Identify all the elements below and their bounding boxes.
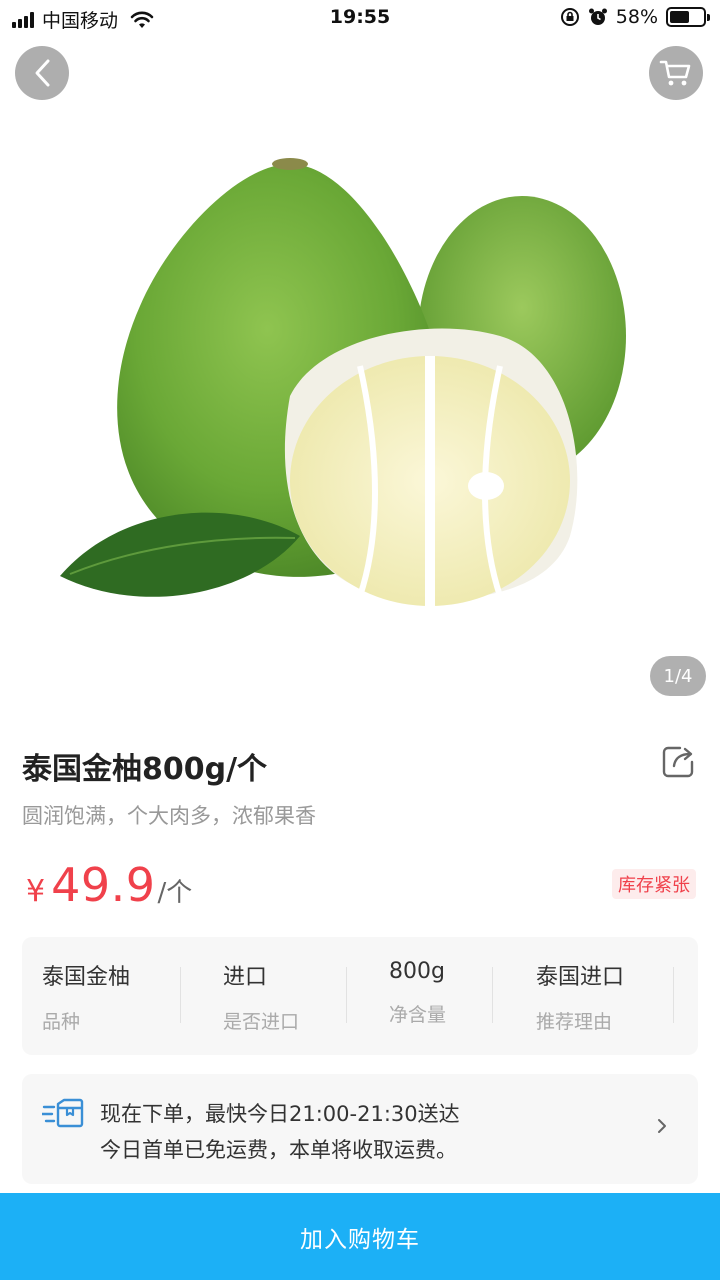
gallery-pager: 1/4 <box>650 656 706 696</box>
delivery-box-icon <box>42 1098 84 1128</box>
price-row: ¥ 49.9 /个 <box>26 858 192 912</box>
rotation-lock-icon <box>560 8 579 26</box>
chevron-right-icon <box>658 1119 666 1133</box>
chevron-left-icon <box>35 59 50 87</box>
status-bar-right: 58% <box>560 6 710 28</box>
product-title: 泰国金柚800g/个 <box>22 752 268 787</box>
stock-badge: 库存紧张 <box>612 869 696 899</box>
product-subtitle: 圆润饱满，个大肉多，浓郁果香 <box>22 804 316 828</box>
attribute-variety: 泰国金柚 品种 <box>42 959 130 1034</box>
attribute-label: 净含量 <box>389 1004 447 1026</box>
attributes-card: 泰国金柚 品种 进口 是否进口 800g 净含量 泰国进口 推荐理由 <box>22 937 698 1055</box>
attribute-reason: 泰国进口 推荐理由 <box>536 959 624 1034</box>
back-button[interactable] <box>15 46 69 100</box>
attribute-net-weight: 800g 净含量 <box>389 959 446 1027</box>
price-unit: /个 <box>157 878 193 908</box>
status-bar: 中国移动 19:55 58% <box>0 0 720 36</box>
attribute-label: 品种 <box>42 1011 81 1033</box>
price-value: 49.9 <box>51 858 156 912</box>
attribute-label: 是否进口 <box>223 1011 300 1033</box>
shopping-cart-icon <box>659 60 691 86</box>
delivery-eta: 现在下单，最快今日21:00-21:30送达 <box>100 1102 460 1126</box>
alarm-icon <box>588 8 607 25</box>
divider <box>673 967 674 1023</box>
currency-symbol: ¥ <box>26 874 46 909</box>
share-icon[interactable] <box>660 744 696 780</box>
product-image-gallery[interactable]: 1/4 <box>0 36 720 716</box>
battery-fill <box>670 11 689 23</box>
attribute-label: 推荐理由 <box>536 1011 613 1033</box>
attribute-value: 泰国进口 <box>536 965 625 990</box>
product-image <box>60 158 626 606</box>
attribute-imported: 进口 是否进口 <box>223 959 299 1034</box>
delivery-info-card[interactable]: 现在下单，最快今日21:00-21:30送达 今日首单已免运费，本单将收取运费。 <box>22 1074 698 1184</box>
battery-percent: 58% <box>615 6 658 28</box>
cart-button[interactable] <box>649 46 703 100</box>
attribute-value: 进口 <box>223 965 268 990</box>
divider <box>492 967 493 1023</box>
shipping-fee-note: 今日首单已免运费，本单将收取运费。 <box>100 1138 457 1162</box>
attribute-value: 泰国金柚 <box>42 965 131 990</box>
add-to-cart-button[interactable]: 加入购物车 <box>0 1193 720 1280</box>
battery-icon <box>666 7 710 27</box>
attribute-value: 800g <box>389 959 445 984</box>
divider <box>346 967 347 1023</box>
divider <box>180 967 181 1023</box>
